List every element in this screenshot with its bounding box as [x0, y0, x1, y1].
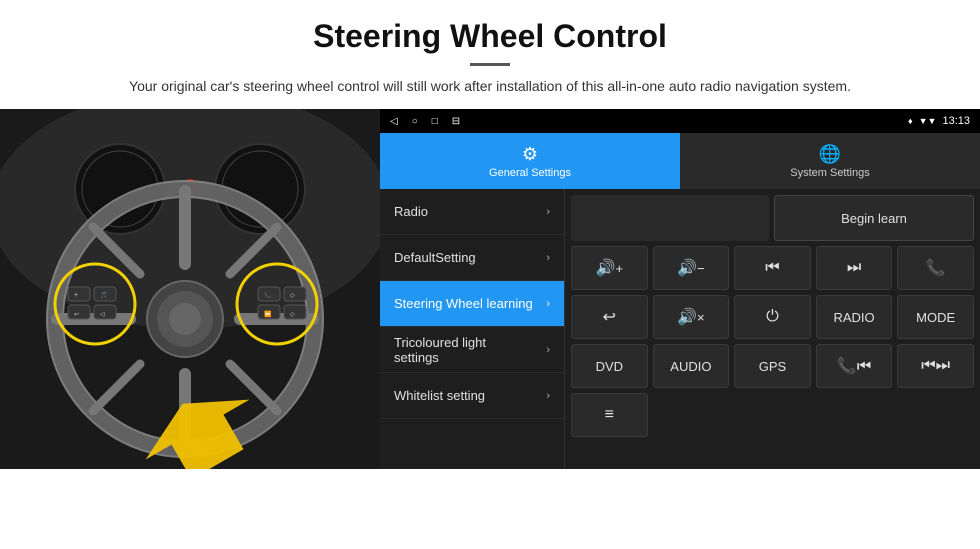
- tab-general-label: General Settings: [489, 167, 571, 179]
- chevron-icon-whitelist: ›: [546, 390, 550, 402]
- menu-default-label: DefaultSetting: [394, 250, 476, 265]
- svg-text:◇: ◇: [290, 293, 295, 299]
- svg-text:↩: ↩: [74, 312, 79, 318]
- recent-icon: □: [432, 116, 438, 127]
- phone-icon: 📞: [926, 258, 946, 278]
- menu-radio-label: Radio: [394, 204, 428, 219]
- menu-item-default-setting[interactable]: DefaultSetting ›: [380, 235, 564, 281]
- right-button-grid: Begin learn 🔊+ 🔊− ⏮ ⏭: [565, 189, 980, 469]
- begin-learn-button[interactable]: Begin learn: [774, 195, 974, 241]
- button-row-3: DVD AUDIO GPS 📞⏮ ⏮⏭: [571, 344, 974, 388]
- radio-button[interactable]: RADIO: [816, 295, 893, 339]
- svg-text:◁: ◁: [100, 312, 105, 318]
- header-divider: [470, 63, 510, 66]
- mode-button[interactable]: MODE: [897, 295, 974, 339]
- menu-icon: ⊟: [452, 116, 460, 127]
- main-content: + ↩ 🎵 ◁ 📞 ⏩ ◇ ◇ ◁: [0, 109, 980, 469]
- tab-system-settings[interactable]: 🌐 System Settings: [680, 133, 980, 189]
- menu-whitelist-label: Whitelist setting: [394, 388, 485, 403]
- page-header: Steering Wheel Control Your original car…: [0, 0, 980, 109]
- list-icon: ≡: [605, 406, 614, 424]
- prev-next-button[interactable]: ⏮⏭: [897, 344, 974, 388]
- dvd-button[interactable]: DVD: [571, 344, 648, 388]
- status-bar-right: ♦ ▼▼ 13:13: [908, 115, 970, 127]
- location-icon: ♦: [908, 116, 913, 126]
- chevron-icon-default: ›: [546, 252, 550, 264]
- empty-cell: [571, 195, 769, 241]
- button-row-4: ≡: [571, 393, 974, 437]
- svg-text:◇: ◇: [290, 312, 295, 318]
- svg-text:⏩: ⏩: [264, 310, 272, 318]
- next-track-icon: ⏭: [847, 259, 861, 277]
- button-row-2: ↩ 🔊× ⏻ RADIO MODE: [571, 295, 974, 339]
- power-icon: ⏻: [766, 308, 779, 326]
- vol-down-button[interactable]: 🔊−: [653, 246, 730, 290]
- list-button[interactable]: ≡: [571, 393, 648, 437]
- tab-system-label: System Settings: [790, 167, 869, 179]
- gps-label: GPS: [759, 359, 786, 374]
- svg-text:+: +: [74, 292, 78, 299]
- mode-label: MODE: [916, 310, 955, 325]
- menu-steering-label: Steering Wheel learning: [394, 296, 533, 311]
- phone-button[interactable]: 📞: [897, 246, 974, 290]
- back-icon: ◁: [390, 116, 398, 127]
- phone-prev-icon: 📞⏮: [837, 356, 871, 376]
- chevron-icon-steering: ›: [546, 298, 550, 310]
- power-button[interactable]: ⏻: [734, 295, 811, 339]
- audio-label: AUDIO: [670, 359, 711, 374]
- page-title: Steering Wheel Control: [60, 18, 920, 55]
- next-track-button[interactable]: ⏭: [816, 246, 893, 290]
- top-tabs: ⚙ General Settings 🌐 System Settings: [380, 133, 980, 189]
- mute-button[interactable]: 🔊×: [653, 295, 730, 339]
- chevron-icon-tricoloured: ›: [546, 344, 550, 356]
- menu-tricoloured-line1: Tricoloured light: [394, 335, 486, 350]
- settings-gear-icon: ⚙: [522, 144, 538, 165]
- menu-tricoloured-line2: settings: [394, 350, 486, 365]
- prev-track-icon: ⏮: [765, 259, 779, 277]
- svg-text:🎵: 🎵: [100, 291, 107, 299]
- chevron-icon-radio: ›: [546, 206, 550, 218]
- header-description: Your original car's steering wheel contr…: [60, 76, 920, 97]
- menu-tricoloured-text: Tricoloured light settings: [394, 335, 486, 365]
- menu-item-radio[interactable]: Radio ›: [380, 189, 564, 235]
- content-area: Radio › DefaultSetting › Steering Wheel …: [380, 189, 980, 469]
- prev-track-button[interactable]: ⏮: [734, 246, 811, 290]
- vol-up-icon: 🔊: [596, 258, 616, 278]
- mute-icon: 🔊: [677, 307, 697, 327]
- status-bar: ◁ ○ □ ⊟ ♦ ▼▼ 13:13: [380, 109, 980, 133]
- dvd-label: DVD: [596, 359, 623, 374]
- prev-next-icon: ⏮⏭: [921, 357, 950, 375]
- top-row: Begin learn: [571, 195, 974, 241]
- globe-icon: 🌐: [819, 144, 841, 165]
- android-panel: ◁ ○ □ ⊟ ♦ ▼▼ 13:13 ⚙ General Settings 🌐 …: [380, 109, 980, 469]
- home-icon: ○: [412, 116, 418, 127]
- tab-general-settings[interactable]: ⚙ General Settings: [380, 133, 680, 189]
- button-row-1: 🔊+ 🔊− ⏮ ⏭ 📞: [571, 246, 974, 290]
- vol-up-button[interactable]: 🔊+: [571, 246, 648, 290]
- phone-prev-button[interactable]: 📞⏮: [816, 344, 893, 388]
- menu-item-tricoloured[interactable]: Tricoloured light settings ›: [380, 327, 564, 373]
- image-panel: + ↩ 🎵 ◁ 📞 ⏩ ◇ ◇: [0, 109, 380, 469]
- radio-label: RADIO: [833, 310, 874, 325]
- back-arrow-icon: ↩: [603, 307, 616, 327]
- signal-icon: ▼▼: [919, 116, 937, 126]
- time-display: 13:13: [942, 115, 970, 127]
- svg-text:📞: 📞: [264, 291, 272, 299]
- menu-item-whitelist[interactable]: Whitelist setting ›: [380, 373, 564, 419]
- back-button[interactable]: ↩: [571, 295, 648, 339]
- menu-item-steering-wheel[interactable]: Steering Wheel learning ›: [380, 281, 564, 327]
- gps-button[interactable]: GPS: [734, 344, 811, 388]
- vol-down-icon: 🔊: [677, 258, 697, 278]
- status-bar-left: ◁ ○ □ ⊟: [390, 116, 460, 127]
- audio-button[interactable]: AUDIO: [653, 344, 730, 388]
- left-menu: Radio › DefaultSetting › Steering Wheel …: [380, 189, 565, 469]
